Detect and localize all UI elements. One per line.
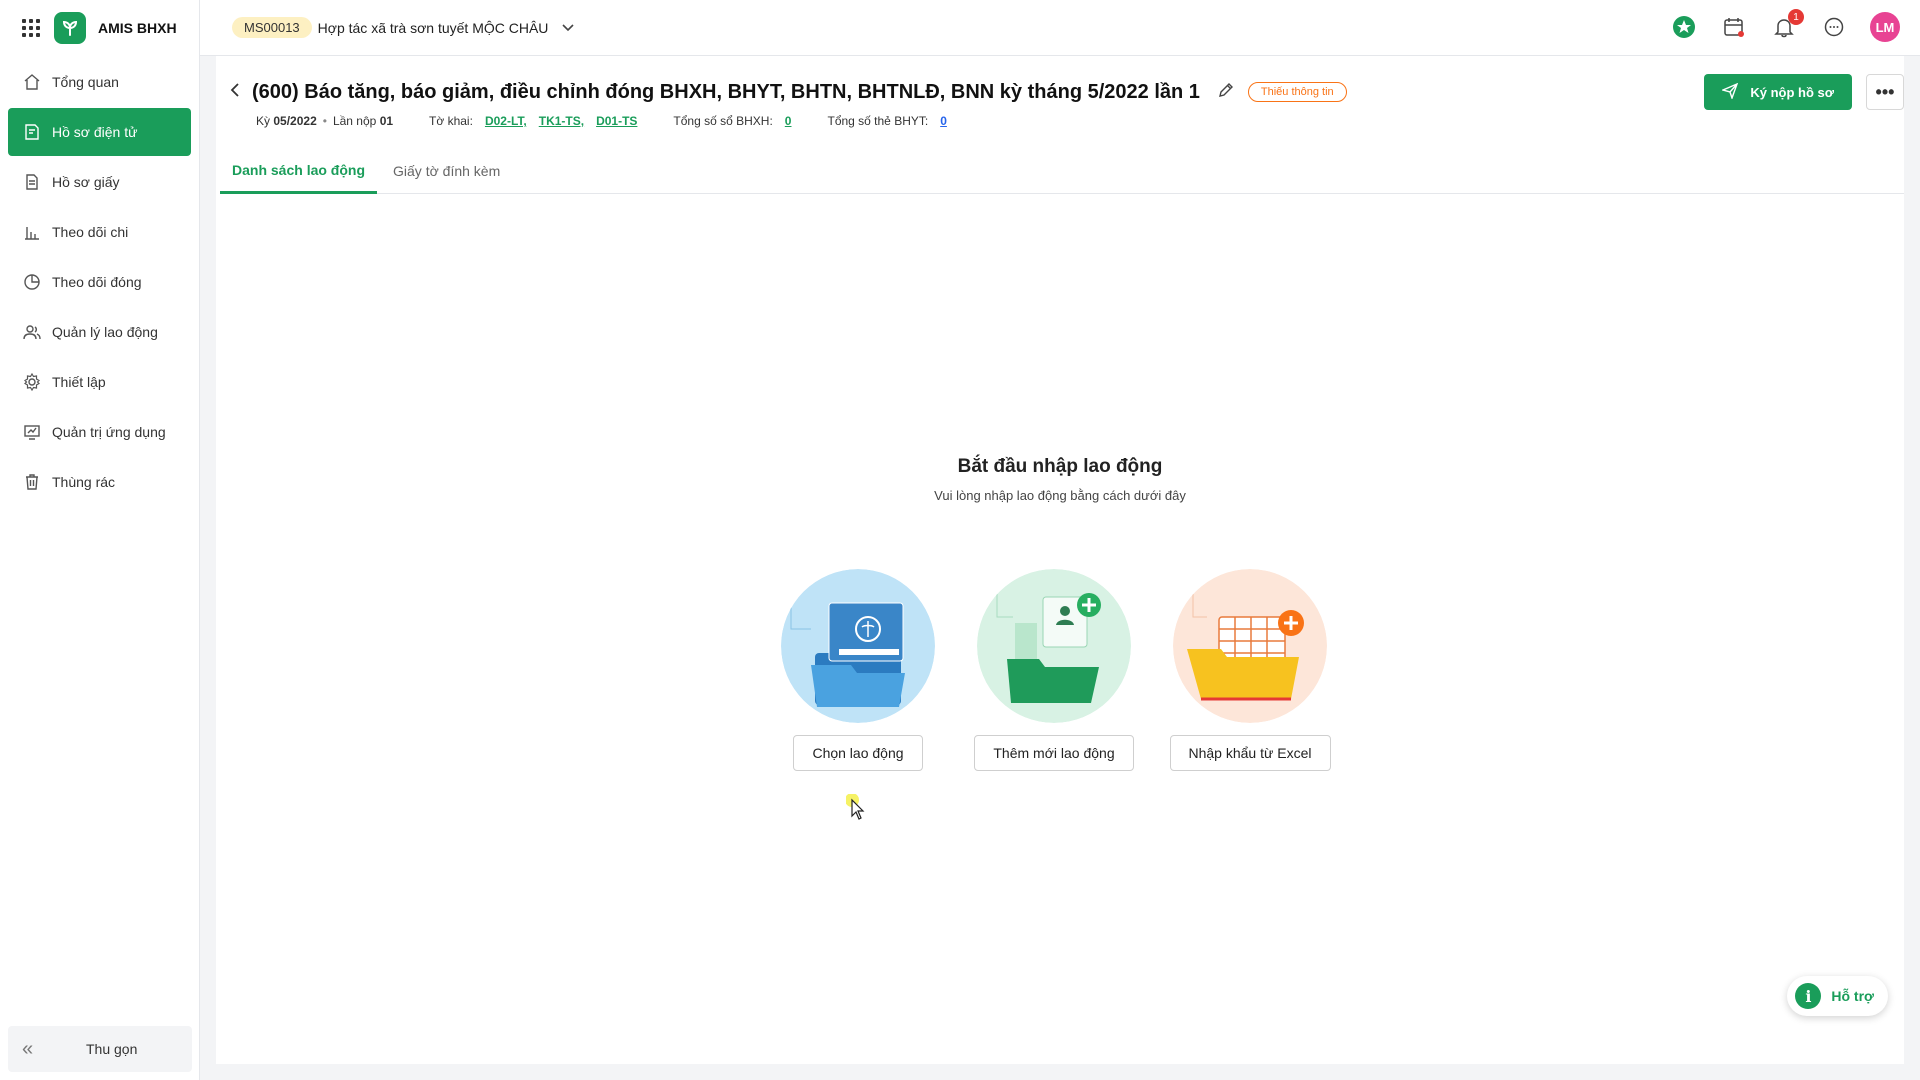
back-arrow-icon[interactable] [220,81,250,104]
users-icon [22,322,42,342]
bhxh-total-value[interactable]: 0 [785,114,792,128]
bhyt-total-label: Tổng số thẻ BHYT: [827,114,929,128]
sidebar-item-thung-rac[interactable]: Thùng rác [8,458,191,506]
pie-chart-icon [22,272,42,292]
help-label: Hỗ trợ [1831,988,1874,1004]
more-horizontal-icon: ••• [1875,81,1895,102]
submission-value: 01 [379,114,394,128]
form-link-d01-ts[interactable]: D01-TS [596,114,637,128]
option-import-excel: Nhập khẩu từ Excel [1169,569,1331,771]
add-employee-button[interactable]: Thêm mới lao động [974,735,1134,771]
collapse-label: Thu gọn [86,1041,138,1057]
empty-state-options: Chọn lao động Thêm mới lao động Nhập khẩ… [781,569,1331,771]
gear-icon [22,372,42,392]
sidebar-item-ho-so-dien-tu[interactable]: Hồ sơ điện tử [8,108,191,156]
sidebar-item-label: Theo dõi đóng [52,274,142,290]
main-content: (600) Báo tăng, báo giảm, điều chỉnh đón… [216,56,1904,1064]
page-title: (600) Báo tăng, báo giảm, điều chỉnh đón… [252,80,1200,103]
import-excel-button[interactable]: Nhập khẩu từ Excel [1169,735,1331,771]
document-edit-icon [22,122,42,142]
avatar[interactable]: LM [1870,12,1900,42]
period-value: 05/2022 [273,114,317,128]
topbar: MS00013 Hợp tác xã trà sơn tuyết MỘC CHÂ… [200,0,1920,56]
bhxh-total-label: Tổng số sổ BHXH: [673,114,773,128]
help-button[interactable]: i Hỗ trợ [1787,976,1888,1016]
sidebar: AMIS BHXH Tổng quan Hồ sơ điện tử Hồ sơ … [0,0,200,1080]
org-code-badge: MS00013 [232,17,312,38]
bar-chart-icon [22,222,42,242]
sidebar-item-thiet-lap[interactable]: Thiết lập [8,358,191,406]
separator-dot: • [322,114,327,128]
meta-row: Kỳ 05/2022 • Lần nộp 01 Tờ khai: D02-LT,… [256,114,947,128]
sidebar-item-label: Quản trị ứng dụng [52,424,166,440]
forms-label: Tờ khai: [429,114,473,128]
chat-icon[interactable] [1820,13,1848,41]
apps-grid-icon[interactable] [22,19,40,37]
calendar-icon[interactable] [1720,13,1748,41]
form-link-d02-lt[interactable]: D02-LT, [485,114,527,128]
pencil-icon[interactable] [1218,82,1234,103]
chevron-down-icon[interactable] [562,21,574,35]
mouse-cursor-icon [845,793,866,825]
folder-emblem-illustration[interactable] [781,569,935,723]
sign-submit-button[interactable]: Ký nộp hồ sơ [1704,74,1852,110]
empty-state-subtitle: Vui lòng nhập lao động bằng cách dưới đâ… [934,488,1186,503]
bell-icon[interactable]: 1 [1770,9,1804,41]
send-icon [1721,82,1739,102]
sidebar-item-label: Thùng rác [52,474,116,490]
title-row: (600) Báo tăng, báo giảm, điều chỉnh đón… [216,74,1904,110]
tab-bar: Danh sách lao động Giấy tờ đính kèm [220,148,1904,194]
sidebar-item-label: Theo dõi chi [52,224,129,240]
folder-add-person-illustration[interactable] [977,569,1131,723]
collapse-sidebar-button[interactable]: « Thu gọn [8,1026,192,1072]
sidebar-item-label: Hồ sơ giấy [52,174,120,190]
sidebar-nav: Tổng quan Hồ sơ điện tử Hồ sơ giấy Theo … [0,58,199,506]
notification-count-badge: 1 [1788,9,1804,25]
star-badge-icon[interactable] [1670,13,1698,41]
option-add-employee: Thêm mới lao động [974,569,1134,771]
paper-document-icon [22,172,42,192]
double-chevron-left-icon: « [22,1037,34,1060]
sidebar-item-tong-quan[interactable]: Tổng quan [8,58,191,106]
brand: AMIS BHXH [0,0,199,56]
empty-state-title: Bắt đầu nhập lao động [957,456,1163,477]
sidebar-item-label: Hồ sơ điện tử [52,124,138,140]
submit-label: Ký nộp hồ sơ [1750,84,1834,100]
bhyt-total-value[interactable]: 0 [940,114,947,128]
app-name: AMIS BHXH [98,20,177,36]
tab-danh-sach-lao-dong[interactable]: Danh sách lao động [220,148,378,194]
status-badge: Thiếu thông tin [1247,82,1347,102]
sidebar-item-quan-ly-lao-dong[interactable]: Quản lý lao động [8,308,191,356]
submission-label: Lần nộp [332,114,377,128]
monitor-chart-icon [22,422,42,442]
sidebar-item-label: Quản lý lao động [52,324,158,340]
info-icon: i [1795,983,1822,1009]
trash-icon [22,472,42,492]
form-link-tk1-ts[interactable]: TK1-TS, [539,114,584,128]
choose-employee-button[interactable]: Chọn lao động [793,735,923,771]
tab-giay-to-dinh-kem[interactable]: Giấy tờ đính kèm [381,148,512,194]
sidebar-item-label: Thiết lập [52,374,106,390]
folder-spreadsheet-illustration[interactable] [1173,569,1327,723]
app-logo [54,12,86,44]
org-selector[interactable]: Hợp tác xã trà sơn tuyết MỘC CHÂU [318,20,549,36]
topbar-actions: 1 LM [1670,9,1900,42]
sidebar-item-theo-doi-dong[interactable]: Theo dõi đóng [8,258,191,306]
sidebar-item-ho-so-giay[interactable]: Hồ sơ giấy [8,158,191,206]
sidebar-item-label: Tổng quan [52,74,119,90]
home-icon [22,72,42,92]
option-choose-employee: Chọn lao động [781,569,935,771]
sidebar-item-quan-tri-ung-dung[interactable]: Quản trị ứng dụng [8,408,191,456]
sidebar-item-theo-doi-chi[interactable]: Theo dõi chi [8,208,191,256]
more-options-button[interactable]: ••• [1866,74,1904,110]
period-label: Kỳ [256,114,271,128]
